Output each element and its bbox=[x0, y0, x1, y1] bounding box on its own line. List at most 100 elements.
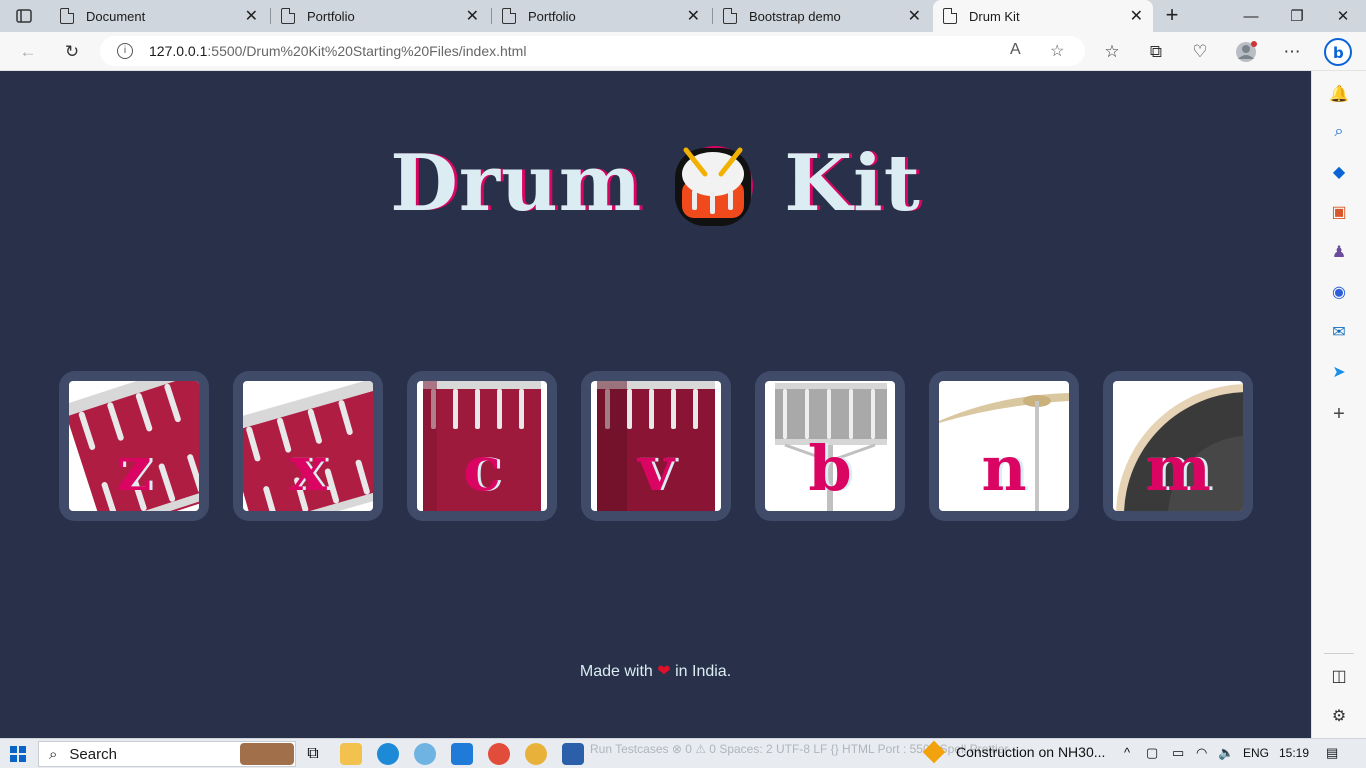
edge-sidebar: 🔔 ⌕ ◆ ▣ ♟ ◉ ✉ ➤ + ◫ ⚙ bbox=[1311, 71, 1366, 738]
drum-emoji-icon bbox=[672, 138, 754, 228]
restore-button[interactable]: ❐ bbox=[1274, 0, 1320, 32]
drum-image-tom3: c bbox=[417, 381, 547, 511]
drum-image-tom2: x bbox=[243, 381, 373, 511]
games-icon[interactable]: ♟ bbox=[1328, 241, 1350, 263]
tab-document[interactable]: Document ✕ bbox=[50, 0, 268, 32]
tab-portfolio-1[interactable]: Portfolio ✕ bbox=[271, 0, 489, 32]
page-title: Drum Kit bbox=[0, 133, 1311, 233]
windows-taskbar: ⌕ Search ⧉ Run Testcases ⊗ 0 ⚠ 0 Spaces:… bbox=[0, 738, 1366, 768]
drum-button-n[interactable]: n bbox=[929, 371, 1079, 521]
notifications-icon[interactable]: ▤ bbox=[1326, 745, 1338, 761]
close-icon[interactable]: ✕ bbox=[908, 6, 921, 26]
sidebar-divider bbox=[1324, 653, 1354, 654]
bing-copilot-icon[interactable]: b bbox=[1324, 38, 1352, 66]
drum-key-label: z bbox=[116, 432, 152, 505]
tab-label: Bootstrap demo bbox=[749, 8, 841, 24]
footer: Made with ❤ in India. bbox=[0, 661, 1311, 681]
file-explorer-icon[interactable] bbox=[340, 743, 362, 765]
page-icon bbox=[281, 8, 295, 24]
close-icon[interactable]: ✕ bbox=[687, 6, 700, 26]
chrome-icon[interactable] bbox=[488, 743, 510, 765]
drum-image-snare: b bbox=[765, 381, 895, 511]
drum-key-label: x bbox=[289, 432, 327, 505]
tools-icon[interactable]: ▣ bbox=[1328, 201, 1350, 223]
windows-start-icon[interactable] bbox=[10, 746, 26, 762]
vscode-icon[interactable] bbox=[451, 743, 473, 765]
edge-icon[interactable] bbox=[377, 743, 399, 765]
shopping-tag-icon[interactable]: ◆ bbox=[1328, 161, 1350, 183]
search-icon: ⌕ bbox=[49, 745, 58, 763]
battery-icon[interactable]: ▭ bbox=[1172, 745, 1184, 761]
browser-toolbar: ← ↻ i 127.0.0.1:5500/Drum%20Kit%20Starti… bbox=[0, 32, 1366, 71]
volume-icon[interactable]: 🔈 bbox=[1218, 745, 1234, 761]
drum-button-x[interactable]: x bbox=[233, 371, 383, 521]
search-icon[interactable]: ⌕ bbox=[1328, 121, 1350, 143]
task-view-icon[interactable]: ⧉ bbox=[302, 743, 324, 765]
outlook-icon[interactable]: ✉ bbox=[1328, 321, 1350, 343]
drum-image-crash: n bbox=[939, 381, 1069, 511]
drum-key-label: c bbox=[463, 432, 501, 505]
collections-icon[interactable]: ⧉ bbox=[1142, 38, 1170, 66]
tab-label: Portfolio bbox=[528, 8, 576, 24]
tab-label: Drum Kit bbox=[969, 8, 1020, 24]
heart-icon: ❤ bbox=[657, 663, 671, 680]
chrome-profile-icon[interactable] bbox=[525, 743, 547, 765]
info-icon[interactable]: i bbox=[117, 43, 133, 59]
more-menu-icon[interactable]: ⋯ bbox=[1278, 38, 1306, 66]
tab-label: Portfolio bbox=[307, 8, 355, 24]
office-icon[interactable]: ◉ bbox=[1328, 281, 1350, 303]
drum-button-v[interactable]: v bbox=[581, 371, 731, 521]
send-icon[interactable]: ➤ bbox=[1328, 361, 1350, 383]
settings-app-icon[interactable] bbox=[414, 743, 436, 765]
minimize-button[interactable]: — bbox=[1228, 0, 1274, 32]
back-button[interactable]: ← bbox=[14, 38, 42, 66]
drum-key-label: m bbox=[1145, 432, 1211, 505]
word-icon[interactable] bbox=[562, 743, 584, 765]
drum-button-z[interactable]: z bbox=[59, 371, 209, 521]
address-bar[interactable]: i 127.0.0.1:5500/Drum%20Kit%20Starting%2… bbox=[100, 36, 1085, 66]
svg-text:b: b bbox=[1333, 44, 1344, 62]
drum-button-m[interactable]: m bbox=[1103, 371, 1253, 521]
chevron-up-icon[interactable]: ^ bbox=[1124, 745, 1130, 760]
refresh-button[interactable]: ↻ bbox=[58, 38, 86, 66]
profile-avatar[interactable] bbox=[1232, 38, 1260, 66]
close-icon[interactable]: ✕ bbox=[1130, 6, 1143, 26]
favorites-icon[interactable]: ☆ bbox=[1098, 38, 1126, 66]
browser-essentials-icon[interactable]: ♡ bbox=[1186, 38, 1214, 66]
news-text: Construction on NH30... bbox=[956, 744, 1106, 760]
tab-portfolio-2[interactable]: Portfolio ✕ bbox=[492, 0, 710, 32]
favorite-star-icon[interactable]: ☆ bbox=[1050, 41, 1064, 61]
close-window-button[interactable]: ✕ bbox=[1320, 0, 1366, 32]
tab-drum-kit[interactable]: Drum Kit ✕ bbox=[933, 0, 1153, 32]
read-aloud-icon[interactable]: A bbox=[1010, 41, 1021, 59]
page-icon bbox=[502, 8, 516, 24]
title-drum-word: Drum bbox=[390, 137, 643, 229]
add-sidebar-icon[interactable]: + bbox=[1328, 403, 1350, 425]
footer-text-before: Made with bbox=[579, 663, 653, 680]
drum-key-label: n bbox=[981, 432, 1027, 505]
tab-actions-icon[interactable] bbox=[8, 4, 40, 28]
hide-sidebar-icon[interactable]: ◫ bbox=[1328, 665, 1350, 687]
page-icon bbox=[723, 8, 737, 24]
title-kit-word: Kit bbox=[784, 137, 921, 229]
drum-key-label: b bbox=[808, 432, 852, 505]
drum-image-kick: m bbox=[1113, 381, 1243, 511]
tab-bootstrap-demo[interactable]: Bootstrap demo ✕ bbox=[713, 0, 931, 32]
wifi-icon[interactable]: ◠ bbox=[1196, 745, 1207, 761]
close-icon[interactable]: ✕ bbox=[245, 6, 258, 26]
new-tab-button[interactable]: + bbox=[1160, 4, 1184, 28]
meet-icon[interactable]: ▢ bbox=[1146, 745, 1158, 761]
drum-button-c[interactable]: c bbox=[407, 371, 557, 521]
drum-button-b[interactable]: b bbox=[755, 371, 905, 521]
bell-icon[interactable]: 🔔 bbox=[1328, 83, 1350, 105]
drum-set: z x c v b n m bbox=[59, 371, 1259, 521]
clock[interactable]: 15:19 bbox=[1279, 746, 1309, 760]
page-icon bbox=[60, 8, 74, 24]
close-icon[interactable]: ✕ bbox=[466, 6, 479, 26]
drum-image-tom4: v bbox=[591, 381, 721, 511]
settings-gear-icon[interactable]: ⚙ bbox=[1328, 705, 1350, 727]
weather-widget-icon[interactable] bbox=[240, 743, 294, 765]
news-widget[interactable]: Construction on NH30... bbox=[922, 740, 1106, 764]
language-indicator[interactable]: ENG bbox=[1243, 746, 1269, 760]
drum-image-tom1: z bbox=[69, 381, 199, 511]
